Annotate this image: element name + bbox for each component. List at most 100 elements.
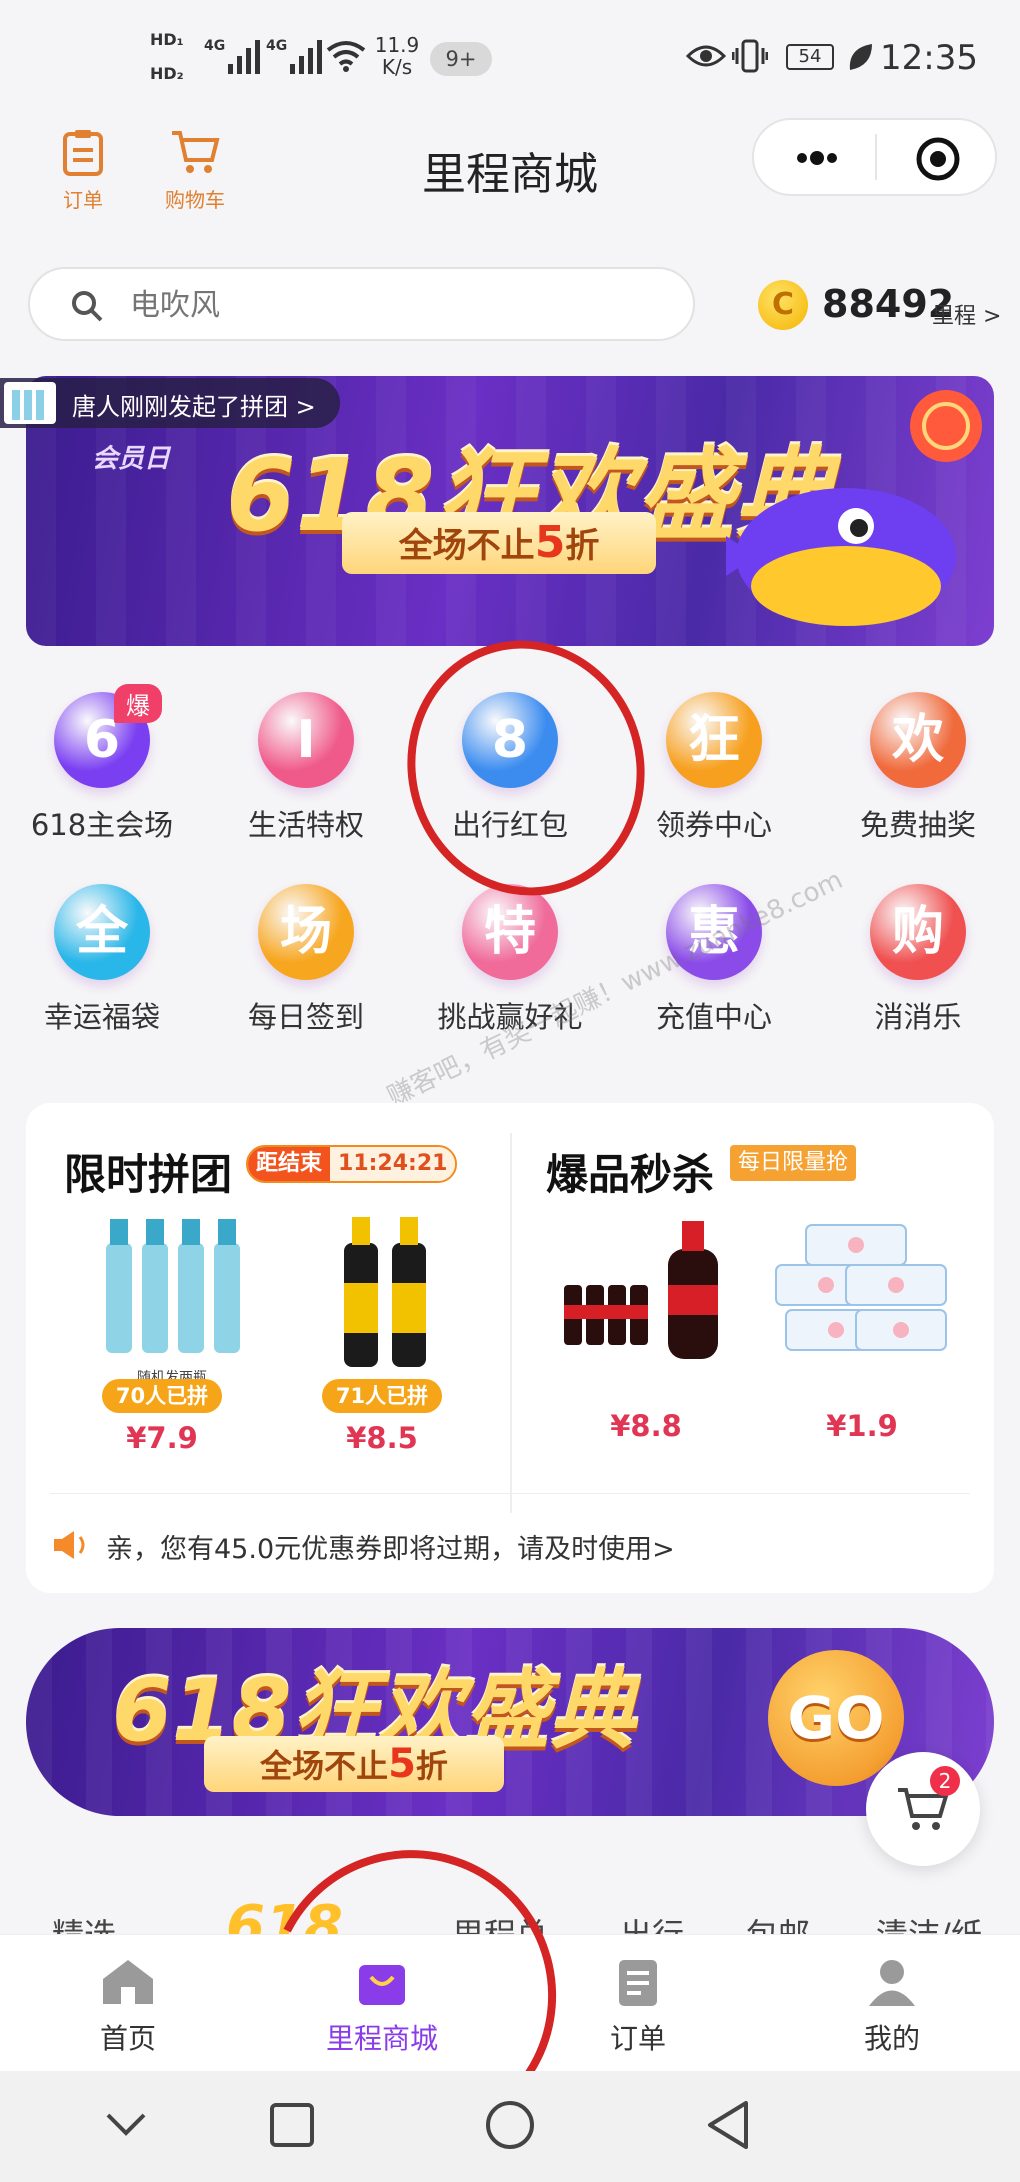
grid-label-free-lottery: 免费抽奖 xyxy=(859,808,976,842)
floating-cart-button[interactable]: 2 xyxy=(866,1752,980,1866)
signal-icon-2 xyxy=(290,34,322,74)
go-button[interactable]: GO xyxy=(768,1650,904,1786)
flash-price-1: ¥8.8 xyxy=(610,1409,682,1443)
wifi-icon xyxy=(326,41,366,72)
group-product-2[interactable] xyxy=(326,1213,446,1373)
banner-bottom-sub-suffix: 折 xyxy=(415,1747,448,1785)
flash-sale-title[interactable]: 爆品秒杀 xyxy=(546,1141,714,1202)
page-title: 里程商城 xyxy=(422,149,598,200)
grid-label-618-main: 618主会场 xyxy=(30,808,174,842)
flash-product-2[interactable] xyxy=(766,1215,956,1385)
recents-square-icon[interactable] xyxy=(268,2101,316,2149)
grid-item-coupon-center[interactable]: 狂领券中心 xyxy=(634,692,794,844)
notice-divider xyxy=(50,1493,970,1494)
joined-count-2: 71人已拼 xyxy=(322,1379,442,1413)
search-input[interactable] xyxy=(130,283,650,327)
group-buy-title[interactable]: 限时拼团 xyxy=(64,1141,232,1202)
banner-bottom-sub-number: 5 xyxy=(388,1741,416,1787)
grid-label-life-privilege: 生活特权 xyxy=(247,808,364,842)
grid-item-free-lottery[interactable]: 欢免费抽奖 xyxy=(838,692,998,844)
group-product-1[interactable]: 随机发两瓶 xyxy=(92,1213,252,1403)
miles-coin-icon: C xyxy=(758,280,808,330)
group-price-2: ¥8.5 xyxy=(346,1421,418,1455)
banner-bottom-subtitle: 全场不止5折 xyxy=(204,1736,504,1792)
grid-label-coupon-center: 领券中心 xyxy=(655,808,772,842)
miles-unit-link[interactable]: 里程 > xyxy=(932,298,1001,330)
home-icon xyxy=(103,1960,153,2004)
countdown-timer: 11:24:21 xyxy=(330,1147,456,1181)
clipboard-icon xyxy=(63,130,103,176)
banner-sub-number: 5 xyxy=(534,517,566,568)
grid-label-match-game: 消消乐 xyxy=(874,1000,962,1034)
grid-item-lucky-bag[interactable]: 全幸运福袋 xyxy=(22,884,182,1036)
group-notice-pill[interactable]: 唐人刚刚发起了拼团 > xyxy=(0,378,340,428)
grid-label-lucky-bag: 幸运福袋 xyxy=(43,1000,160,1034)
grid-item-daily-checkin[interactable]: 场每日签到 xyxy=(226,884,386,1036)
card-divider xyxy=(510,1133,512,1513)
nav-orders-label: 订单 xyxy=(609,2022,666,2055)
group-price-1: ¥7.9 xyxy=(126,1421,198,1455)
grid-item-618-main[interactable]: 6 爆 618主会场 xyxy=(22,684,182,844)
net-speed-unit: K/s xyxy=(381,55,413,79)
target-icon xyxy=(916,137,960,181)
banner-subtitle: 全场不止5折 xyxy=(342,512,656,574)
orders-shortcut-label: 订单 xyxy=(63,188,103,212)
more-dots-icon xyxy=(797,151,837,165)
spray-bottles-image xyxy=(106,1219,240,1353)
banner-sub-prefix: 全场不止 xyxy=(398,526,535,566)
tissue-packs-image xyxy=(775,1224,947,1351)
cart-icon xyxy=(172,131,220,173)
cart-shortcut[interactable]: 购物车 xyxy=(150,128,240,213)
close-miniapp-button[interactable] xyxy=(914,135,962,183)
leaf-icon xyxy=(849,44,872,70)
promo-banner-bottom[interactable]: 618狂欢盛典 全场不止5折 GO xyxy=(26,1628,994,1816)
group-notice-text: 唐人刚刚发起了拼团 > xyxy=(72,393,316,421)
cola-bottles-image xyxy=(564,1221,718,1359)
grid-icon-coupon-center: 狂 xyxy=(666,692,762,788)
flash-product-1[interactable] xyxy=(556,1215,746,1385)
cart-count-badge: 2 xyxy=(930,1766,960,1796)
member-day-label: 会员日 xyxy=(92,444,171,474)
search-bar[interactable] xyxy=(28,267,695,341)
hd1-indicator: HD₁ xyxy=(150,30,184,49)
status-bar: HD₁ HD₂ 4G 4G 11.9 K/s 9+ 54 12:35 xyxy=(0,0,1020,120)
orders-icon xyxy=(619,1960,657,2006)
eye-icon xyxy=(686,45,726,67)
countdown-label: 距结束 xyxy=(248,1147,331,1181)
grid-item-match-game[interactable]: 购消消乐 xyxy=(838,884,998,1036)
hot-badge: 爆 xyxy=(114,684,162,723)
signal-icon-1 xyxy=(228,34,260,74)
search-icon xyxy=(72,291,103,322)
speaker-icon xyxy=(54,1531,85,1559)
grid-icon-match-game: 购 xyxy=(870,884,966,980)
network-type-1: 4G xyxy=(204,38,226,54)
clock: 12:35 xyxy=(880,38,978,78)
coupon-notice[interactable]: 亲，您有45.0元优惠券即将过期，请及时使用> xyxy=(52,1521,952,1571)
notification-count-badge: 9+ xyxy=(430,42,492,76)
system-nav-bar xyxy=(0,2071,1020,2182)
nav-home-label: 首页 xyxy=(99,2022,156,2055)
grid-icon-free-lottery: 欢 xyxy=(870,692,966,788)
orders-shortcut[interactable]: 订单 xyxy=(38,128,128,213)
grid-icon-lucky-bag: 全 xyxy=(54,884,150,980)
banner-sub-suffix: 折 xyxy=(565,526,600,566)
nav-profile[interactable]: 我的 xyxy=(812,1957,972,2057)
more-button[interactable] xyxy=(782,136,852,180)
nav-home[interactable]: 首页 xyxy=(48,1957,208,2057)
bottles-icon xyxy=(12,390,44,420)
nav-profile-label: 我的 xyxy=(863,2022,920,2055)
home-circle-icon[interactable] xyxy=(484,2099,536,2151)
back-triangle-icon[interactable] xyxy=(704,2099,752,2151)
grid-item-life-privilege[interactable]: I 生活特权 xyxy=(226,692,386,844)
soy-sauce-bottles-image xyxy=(344,1217,426,1367)
grid-icon-daily-checkin: 场 xyxy=(258,884,354,980)
coupon-notice-text: 亲，您有45.0元优惠券即将过期，请及时使用> xyxy=(106,1534,675,1565)
whale-mascot-icon xyxy=(726,488,956,626)
nav-orders[interactable]: 订单 xyxy=(558,1957,718,2057)
network-type-2: 4G xyxy=(266,38,288,54)
grid-label-recharge-center: 充值中心 xyxy=(655,1000,772,1034)
flash-price-2: ¥1.9 xyxy=(826,1409,898,1443)
grid-icon-challenge-gift: 特 xyxy=(462,884,558,980)
red-envelope-icon xyxy=(910,390,982,462)
chevron-down-icon[interactable] xyxy=(104,2109,148,2139)
